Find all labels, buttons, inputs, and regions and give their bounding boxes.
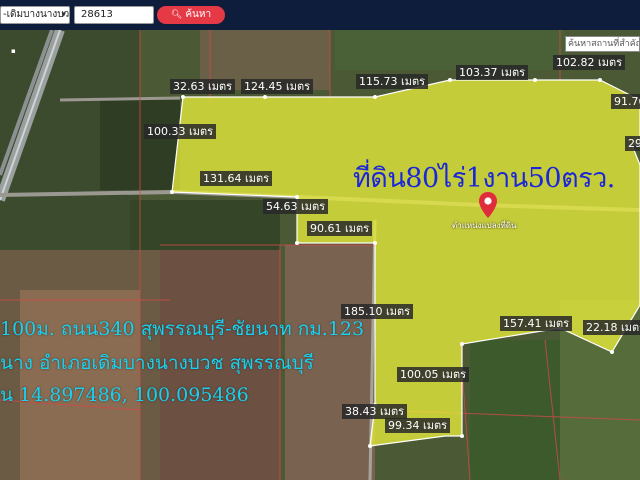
chevron-down-icon: ▾ xyxy=(61,10,66,20)
district-select[interactable]: -เดิมบางนางบวช ▾ xyxy=(0,6,70,24)
measurement-label: 29 xyxy=(625,136,640,151)
map-view[interactable] xyxy=(0,30,640,480)
measurement-label: 102.82 เมตร xyxy=(553,55,626,70)
measurement-label: 100.05 เมตร xyxy=(397,367,470,382)
measurement-label: 91.76 xyxy=(611,94,640,109)
measurement-label: 157.41 เมตร xyxy=(500,316,573,331)
measurement-label: 54.63 เมตร xyxy=(263,199,329,214)
measurement-label: 32.63 เมตร xyxy=(170,79,236,94)
district-select-value: -เดิมบางนางบวช xyxy=(3,9,70,20)
measurement-label: 115.73 เมตร xyxy=(356,74,429,89)
measurement-label: 22.18 เมตร xyxy=(583,320,640,335)
coordinates-line: น 14.897486, 100.095486 xyxy=(0,384,249,406)
measurement-label: 100.33 เมตร xyxy=(144,124,217,139)
satellite-imagery xyxy=(0,30,640,480)
measurement-label: 124.45 เมตร xyxy=(241,79,314,94)
measurement-label: 90.61 เมตร xyxy=(307,221,373,236)
search-button[interactable]: 🔍︎ ค้นหา xyxy=(157,6,225,24)
measurement-label: 103.37 เมตร xyxy=(456,65,529,80)
address-line: นาง อำเภอเดิมบางนางบวช สุพรรณบุรี xyxy=(0,352,314,374)
search-toolbar: -เดิมบางนางบวช ▾ 28613 🔍︎ ค้นหา xyxy=(0,0,640,30)
search-button-label: ค้นหา xyxy=(185,9,212,20)
measurement-label: 131.64 เมตร xyxy=(200,171,273,186)
measurement-label: 99.34 เมตร xyxy=(385,418,451,433)
pin-label: ตำแหน่งแปลงที่ดิน xyxy=(452,221,517,230)
measurement-label: 38.43 เมตร xyxy=(342,404,408,419)
location-pin-icon[interactable] xyxy=(478,191,498,219)
address-line: 100ม. ถนน340 สุพรรณบุรี-ชัยนาท กม.123 xyxy=(0,318,365,340)
place-search-input[interactable]: ค้นหาสถานที่สำคัญ xyxy=(565,36,640,52)
search-icon: 🔍︎ xyxy=(170,10,183,20)
parcel-number-input[interactable]: 28613 xyxy=(74,6,154,24)
highway-marker-icon: ▪ xyxy=(11,47,16,55)
